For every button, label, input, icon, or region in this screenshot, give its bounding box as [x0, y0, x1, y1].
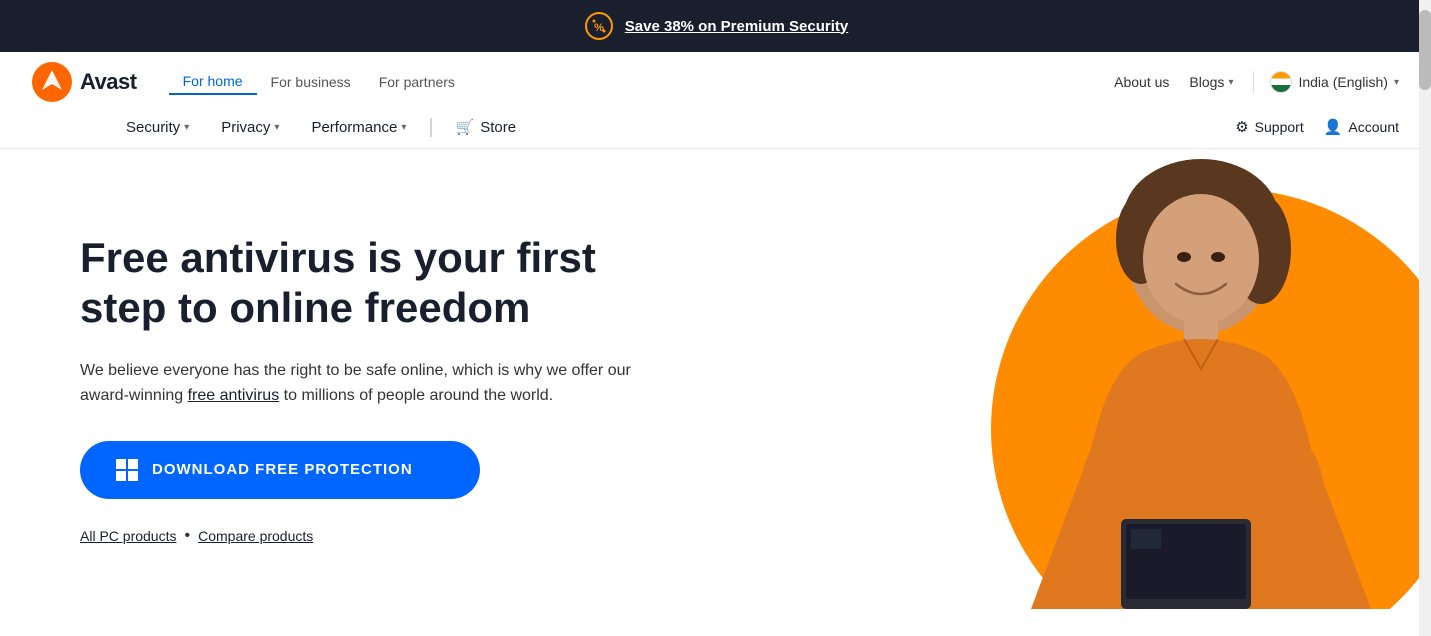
nav-divider: |	[428, 116, 433, 139]
nav-for-partners[interactable]: For partners	[365, 70, 469, 94]
top-banner: % Save 38% on Premium Security	[0, 0, 1431, 52]
india-flag-icon	[1270, 71, 1292, 93]
nav-for-home[interactable]: For home	[169, 69, 257, 95]
cart-icon: 🛒	[456, 118, 475, 136]
store-link[interactable]: 🛒 Store	[442, 106, 531, 148]
account-link[interactable]: 👤 Account	[1324, 118, 1399, 136]
top-nav-links: For home For business For partners	[169, 69, 469, 95]
hero-right	[911, 149, 1431, 609]
banner-link[interactable]: Save 38% on Premium Security	[625, 18, 848, 35]
blogs-chevron-icon: ▾	[1228, 77, 1233, 88]
nav-bottom-left: Security ▾ Privacy ▾ Performance ▾ | 🛒 S…	[112, 106, 530, 148]
support-link[interactable]: ⚙ Support	[1235, 118, 1304, 136]
privacy-chevron-icon: ▾	[274, 122, 279, 133]
blogs-dropdown[interactable]: Blogs ▾	[1189, 74, 1233, 90]
hero-person-image	[991, 149, 1411, 609]
security-chevron-icon: ▾	[184, 122, 189, 133]
support-icon: ⚙	[1235, 118, 1248, 136]
performance-chevron-icon: ▾	[401, 122, 406, 133]
privacy-nav-item[interactable]: Privacy ▾	[207, 107, 293, 148]
avast-logo-icon	[32, 62, 72, 102]
discount-icon: %	[583, 10, 615, 42]
nav-bottom-row: Security ▾ Privacy ▾ Performance ▾ | 🛒 S…	[32, 106, 1399, 148]
free-antivirus-link[interactable]: free antivirus	[188, 387, 280, 404]
logo[interactable]: Avast	[32, 62, 137, 102]
logo-text: Avast	[80, 69, 137, 95]
security-nav-item[interactable]: Security ▾	[112, 107, 203, 148]
account-icon: 👤	[1324, 118, 1343, 136]
performance-nav-item[interactable]: Performance ▾	[297, 107, 420, 148]
footer-links: All PC products • Compare products	[80, 527, 871, 545]
hero-left: Free antivirus is your first step to onl…	[0, 149, 911, 609]
hero-subtitle: We believe everyone has the right to be …	[80, 358, 660, 409]
about-us-link[interactable]: About us	[1114, 74, 1169, 90]
all-pc-products-link[interactable]: All PC products	[80, 528, 176, 544]
scrollbar-thumb[interactable]	[1419, 10, 1431, 90]
language-chevron-icon: ▾	[1394, 77, 1399, 88]
compare-products-link[interactable]: Compare products	[198, 528, 313, 544]
download-button[interactable]: DOWNLOAD FREE PROTECTION	[80, 441, 480, 499]
scrollbar[interactable]	[1419, 0, 1431, 636]
nav-for-business[interactable]: For business	[257, 70, 365, 94]
hero-title: Free antivirus is your first step to onl…	[80, 233, 680, 334]
nav-right-top: About us Blogs ▾ India (English) ▾	[1114, 71, 1399, 93]
windows-icon	[116, 459, 138, 481]
svg-text:%: %	[594, 22, 604, 34]
main-navigation: Avast For home For business For partners…	[0, 52, 1431, 149]
hero-section: Free antivirus is your first step to onl…	[0, 149, 1431, 609]
nav-bottom-right: ⚙ Support 👤 Account	[1235, 118, 1399, 136]
language-selector[interactable]: India (English) ▾	[1253, 71, 1399, 93]
